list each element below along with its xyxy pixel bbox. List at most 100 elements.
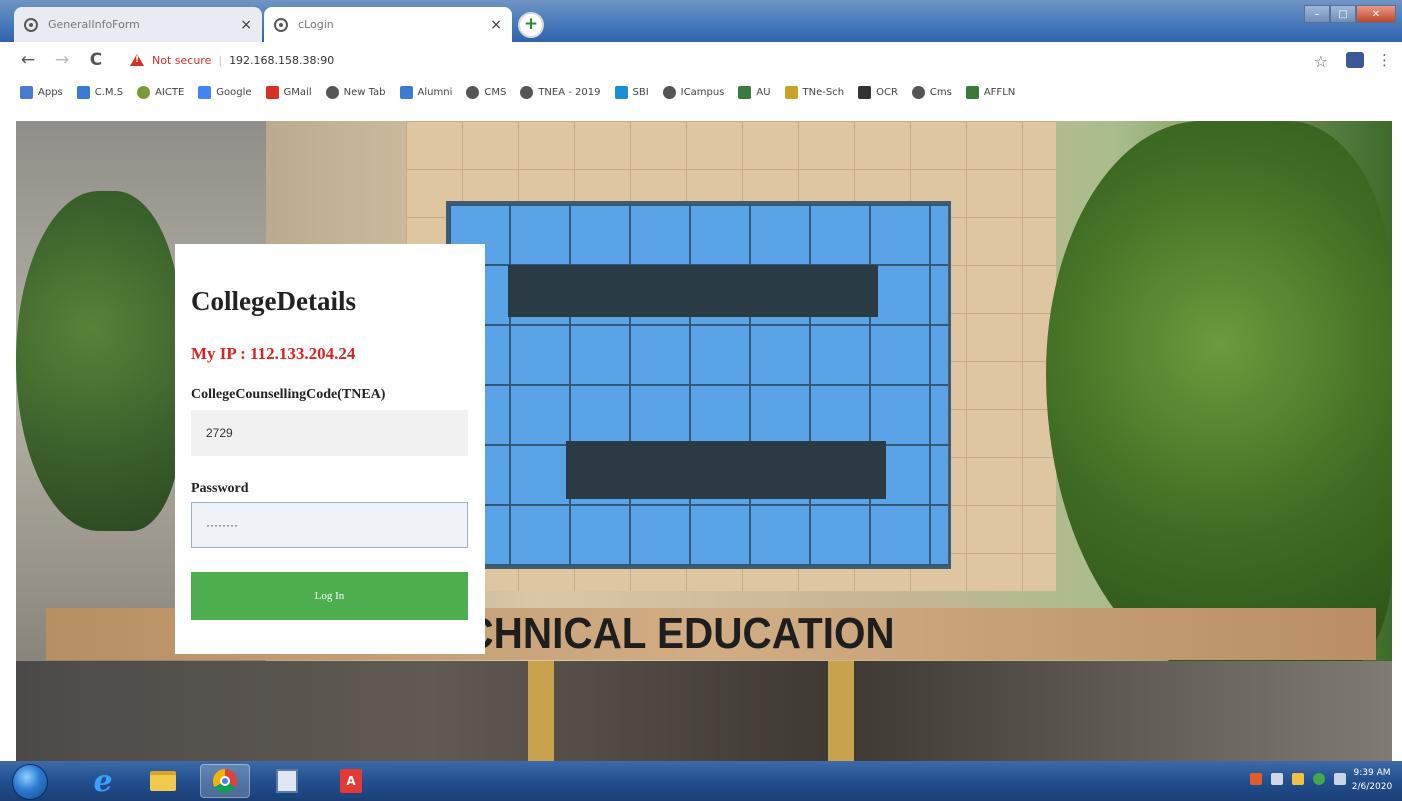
address-bar[interactable]: Not secure | 192.168.158.38:90 [118, 48, 1298, 72]
menu-icon[interactable]: ⋮ [1377, 51, 1392, 69]
my-ip-text: My IP : 112.133.204.24 [191, 344, 356, 363]
bookmark-label: Google [216, 86, 252, 98]
taskbar-pdf-reader[interactable]: A [326, 764, 376, 798]
globe-icon [911, 85, 925, 99]
au-icon [965, 85, 979, 99]
bookmark-item[interactable]: Google [198, 85, 252, 99]
tray-network-icon[interactable] [1271, 773, 1283, 785]
forward-button[interactable]: → [52, 50, 72, 70]
taskbar: e A 9:39 AM 2/6/2020 [0, 761, 1402, 801]
taskbar-clock[interactable]: 9:39 AM 2/6/2020 [1350, 766, 1394, 794]
minimize-button[interactable]: – [1304, 5, 1330, 23]
globe-icon [520, 85, 534, 99]
tray-app-icon[interactable] [1313, 773, 1325, 785]
reload-button[interactable]: C [86, 50, 106, 70]
password-input[interactable] [191, 502, 468, 548]
globe-icon [466, 85, 480, 99]
bookmark-item[interactable]: SBI [614, 85, 649, 99]
counselling-code-label: CollegeCounsellingCode(TNEA) [191, 387, 386, 402]
bookmark-label: AICTE [155, 86, 185, 98]
url-text[interactable]: 192.168.158.38:90 [229, 54, 334, 67]
tab-title: GeneralInfoForm [48, 18, 140, 31]
glass-windows-image [446, 201, 951, 569]
browser-tab-strip: GeneralInfoForm × cLogin × + – □ ✕ [0, 0, 1402, 42]
login-card: CollegeDetails My IP : 112.133.204.24 Co… [175, 244, 485, 654]
globe-icon [325, 85, 339, 99]
maximize-button[interactable]: □ [1330, 5, 1356, 23]
bookmark-item[interactable]: GMail [265, 85, 312, 99]
bookmark-item[interactable]: AU [738, 85, 771, 99]
login-button[interactable]: Log In [191, 572, 468, 620]
bookmark-item[interactable]: Apps [20, 85, 63, 99]
google-icon [198, 85, 212, 99]
bookmark-label: SBI [632, 86, 649, 98]
warning-icon [130, 54, 144, 66]
bookmark-label: ICampus [680, 86, 725, 98]
palm-tree-image [16, 191, 181, 531]
bookmark-item[interactable]: CMS [466, 85, 507, 99]
bookmark-label: Apps [38, 86, 63, 98]
globe-icon [662, 85, 676, 99]
not-secure-label[interactable]: Not secure [152, 54, 211, 67]
bookmark-item[interactable]: OCR [858, 85, 898, 99]
login-title: CollegeDetails [191, 286, 356, 316]
bookmark-item[interactable]: TNe-Sch [784, 85, 845, 99]
entrance-image [16, 661, 1392, 761]
bookmark-item[interactable]: C.M.S [76, 85, 124, 99]
bookmark-label: C.M.S [94, 86, 124, 98]
bookmark-label: Alumni [417, 86, 453, 98]
counselling-code-input[interactable] [191, 410, 468, 456]
tray-flag-icon[interactable] [1292, 773, 1304, 785]
bookmark-item[interactable]: Alumni [399, 85, 453, 99]
ocr-icon [858, 85, 872, 99]
page-icon [76, 85, 90, 99]
bookmark-label: GMail [283, 86, 312, 98]
tab-close-icon[interactable]: × [490, 17, 502, 33]
bookmark-label: TNEA - 2019 [538, 86, 601, 98]
window-band-image [566, 441, 886, 499]
bookmark-item[interactable]: TNEA - 2019 [520, 85, 601, 99]
bookmark-label: OCR [876, 86, 898, 98]
au-icon [738, 85, 752, 99]
bookmarks-bar: Apps C.M.S AICTE Google GMail New Tab Alumni CM… [0, 78, 1402, 106]
globe-icon [137, 85, 151, 99]
bookmark-label: CMS [484, 86, 507, 98]
bookmark-item[interactable]: Cms [911, 85, 952, 99]
folder-icon [150, 771, 176, 791]
tab-clogin[interactable]: cLogin × [264, 7, 512, 42]
taskbar-document-app[interactable] [262, 764, 312, 798]
emblem-icon [784, 85, 798, 99]
bookmark-label: AFFLN [983, 86, 1016, 98]
document-icon [276, 769, 298, 793]
globe-icon [24, 17, 38, 32]
gmail-icon [265, 85, 279, 99]
bookmark-label: TNe-Sch [802, 86, 845, 98]
taskbar-file-explorer[interactable] [138, 764, 188, 798]
bookmark-item[interactable]: ICampus [662, 85, 725, 99]
tab-general-info-form[interactable]: GeneralInfoForm × [14, 7, 262, 42]
pillar-image [828, 661, 854, 761]
pdf-reader-icon: A [340, 769, 362, 793]
bookmark-item[interactable]: AICTE [137, 85, 185, 99]
bookmark-item[interactable]: AFFLN [965, 85, 1016, 99]
taskbar-internet-explorer[interactable]: e [78, 764, 128, 799]
pillar-image [528, 661, 554, 761]
bookmark-label: AU [756, 86, 771, 98]
close-window-button[interactable]: ✕ [1356, 5, 1396, 23]
tab-close-icon[interactable]: × [240, 17, 252, 33]
system-tray [1241, 773, 1346, 785]
password-label: Password [191, 481, 249, 496]
url-separator: | [218, 53, 223, 67]
tray-volume-icon[interactable] [1334, 773, 1346, 785]
tray-alert-icon[interactable] [1250, 773, 1262, 785]
back-button[interactable]: ← [18, 50, 38, 70]
taskbar-chrome[interactable] [200, 764, 250, 798]
page-icon [399, 85, 413, 99]
extension-icon[interactable] [1346, 52, 1364, 68]
bookmark-item[interactable]: New Tab [325, 85, 386, 99]
globe-icon [274, 17, 288, 32]
bookmark-label: Cms [929, 86, 952, 98]
new-tab-button[interactable]: + [518, 12, 544, 38]
bookmark-star-icon[interactable]: ☆ [1314, 52, 1328, 71]
start-button[interactable] [12, 764, 48, 800]
